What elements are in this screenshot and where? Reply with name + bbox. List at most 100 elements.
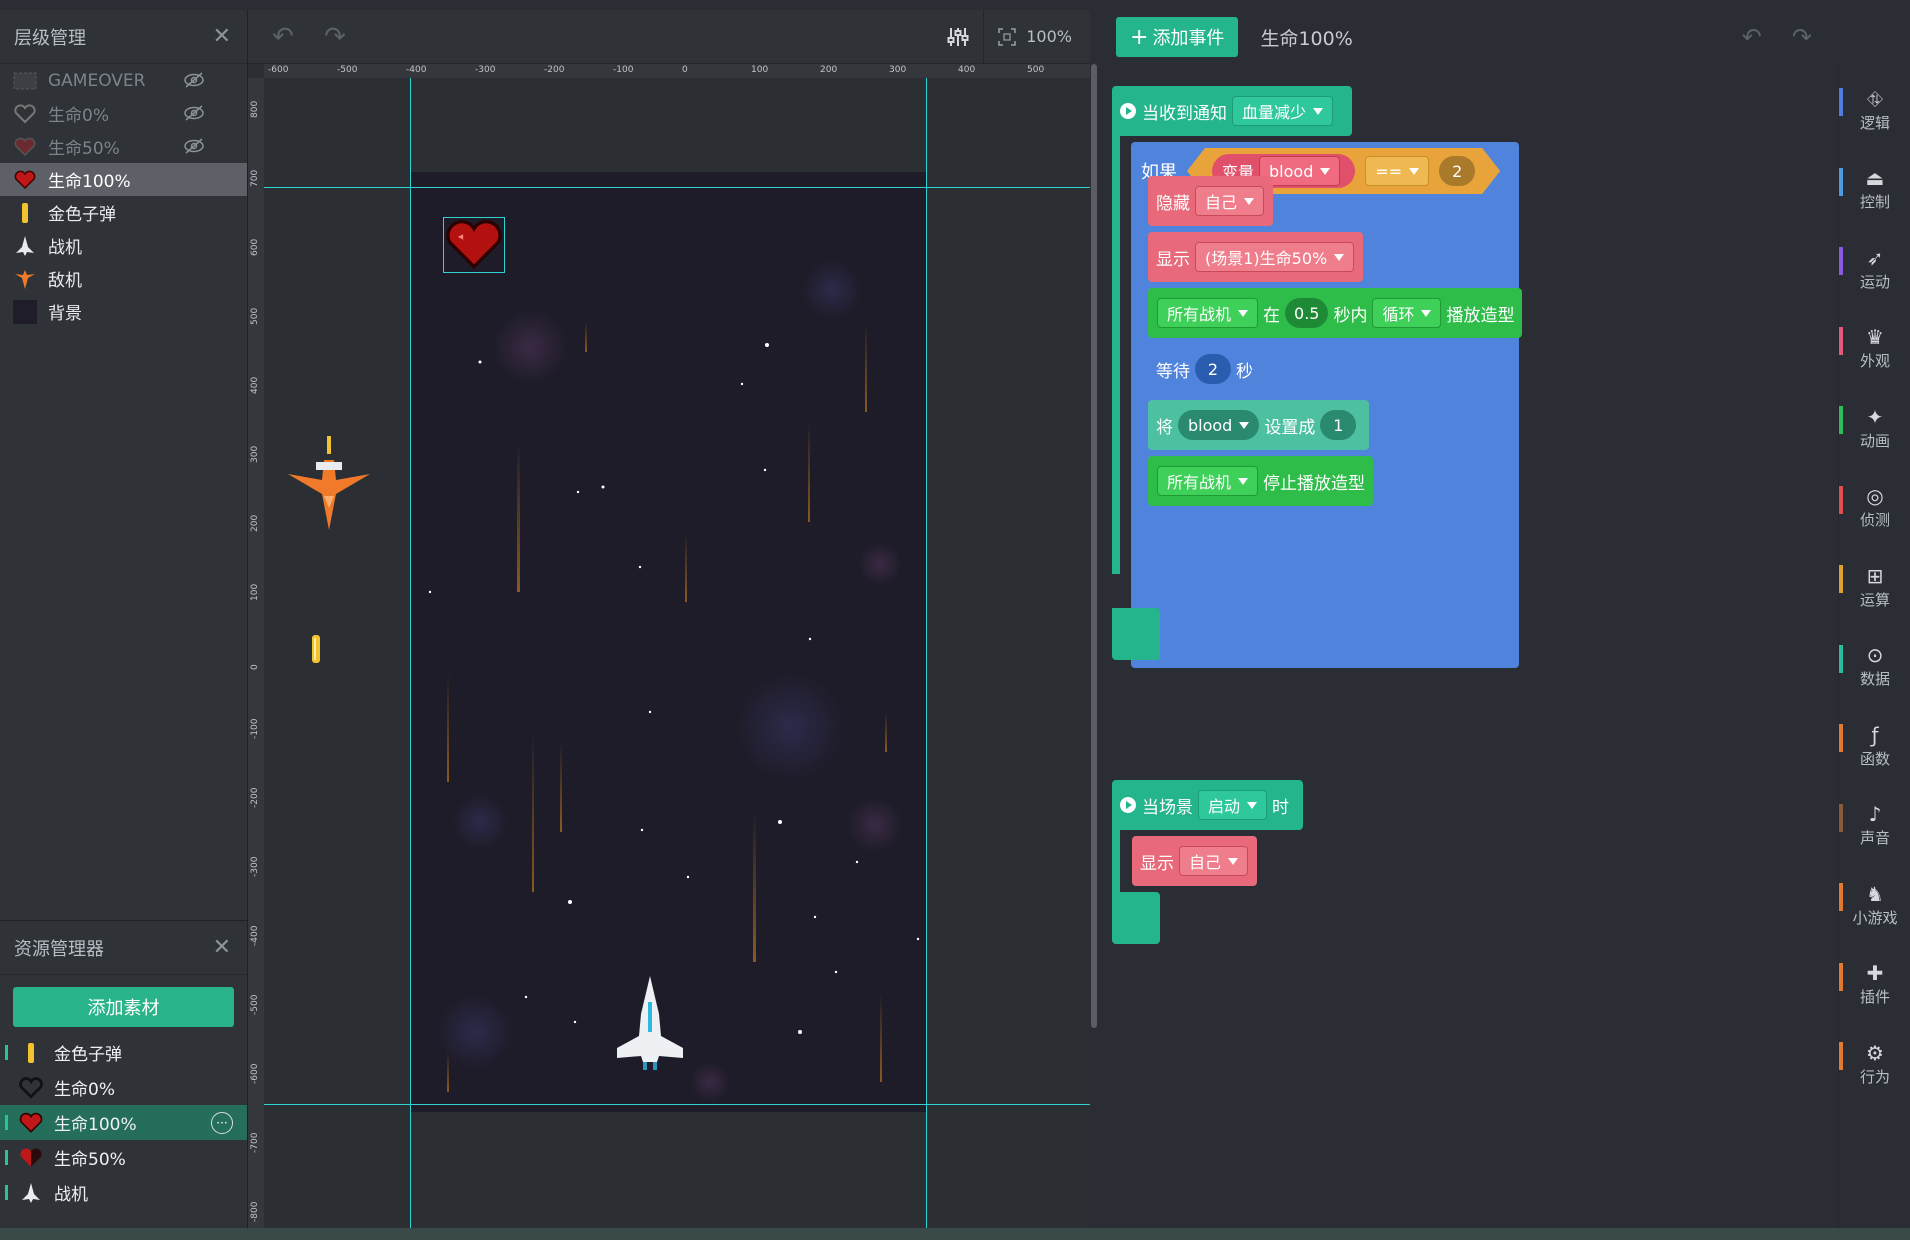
asset-item-life50[interactable]: 生命50% [0,1140,247,1175]
message-dropdown[interactable]: 血量减少 [1232,96,1334,126]
category-color-marker [1839,724,1843,752]
chevron-down-icon [1238,309,1249,317]
target-dropdown[interactable]: (场景1)生命50% [1195,242,1355,272]
code-workspace[interactable]: 当收到通知 血量减少 如果 变量 blood == 2 隐藏 自己 显示 (场景… [1098,64,1838,1228]
variable-name: blood [1188,415,1233,435]
settings-sliders-icon[interactable] [947,26,969,48]
undo-icon[interactable]: ↶ [1742,23,1762,51]
layer-item-life100[interactable]: 生命100% [0,163,247,196]
heart-sprite[interactable] [443,217,505,273]
wait-block[interactable]: 等待 2 秒 [1148,344,1261,394]
category-sound[interactable]: ♪ 声音 [1839,792,1910,858]
zoom-level: 100% [1026,27,1072,46]
guide-line-horizontal[interactable] [264,187,1090,188]
close-icon[interactable]: ✕ [213,24,231,49]
asset-label: 生命50% [54,1150,126,1170]
guide-line-vertical[interactable] [410,78,411,1228]
fighter-jet-icon [12,233,38,259]
ruler-tick-label: -300 [475,65,496,75]
set-variable-block[interactable]: 将 blood 设置成 1 [1148,400,1370,450]
compare-value-input[interactable]: 2 [1439,156,1475,186]
ruler-tick-label: -500 [337,65,358,75]
play-costume-block[interactable]: 所有战机 在 0.5 秒内 循环 播放造型 [1148,288,1523,338]
show-block[interactable]: 显示 (场景1)生命50% [1148,232,1364,282]
event-block-spine [1112,114,1120,574]
if-block-footer [1131,504,1519,556]
undo-icon[interactable]: ↶ [266,22,300,52]
category-behavior[interactable]: ⚙ 行为 [1839,1030,1910,1096]
add-event-button[interactable]: + 添加事件 [1116,17,1239,57]
scene-background[interactable] [410,172,926,1112]
eye-hidden-icon[interactable] [183,71,205,89]
asset-item-gold-bullet[interactable]: 金色子弹 [0,1035,247,1070]
category-logic[interactable]: ⛗ 逻辑 [1839,76,1910,142]
enemy-plane-sprite[interactable] [286,434,372,534]
eye-hidden-icon[interactable] [183,137,205,155]
operator-dropdown[interactable]: == [1365,156,1429,186]
sprite-dropdown[interactable]: 所有战机 [1157,298,1259,328]
sensing-icon: ◎ [1866,484,1884,508]
category-operator[interactable]: ⊞ 运算 [1839,553,1910,619]
stage-canvas[interactable]: -600 -500 -400 -300 -200 -100 0 100 200 300 400 500… [248,64,1090,1228]
category-label: 运算 [1859,590,1890,609]
asset-item-life100[interactable]: 生命100% ··· [0,1105,247,1140]
layer-item-life0[interactable]: 生命0% [0,97,247,130]
category-color-marker [1839,883,1843,911]
category-motion[interactable]: ➶ 运动 [1839,235,1910,301]
heart-outline-icon [18,1075,44,1101]
layer-item-life50[interactable]: 生命50% [0,130,247,163]
category-animation[interactable]: ✦ 动画 [1839,394,1910,460]
fit-screen-icon[interactable] [998,27,1016,46]
looks-icon: ♛ [1866,325,1884,349]
show-block[interactable]: 显示 自己 [1132,836,1258,886]
category-data[interactable]: ⊙ 数据 [1839,633,1910,699]
layer-item-enemy[interactable]: 敌机 [0,262,247,295]
asset-item-fighter[interactable]: 战机 [0,1175,247,1210]
category-minigame[interactable]: ♞ 小游戏 [1839,871,1910,937]
target-dropdown[interactable]: 自己 [1179,846,1249,876]
category-control[interactable]: ⏏ 控制 [1839,156,1910,222]
chevron-down-icon [1247,801,1258,809]
layer-item-background[interactable]: 背景 [0,295,247,328]
guide-line-horizontal[interactable] [264,1104,1090,1105]
stage-scrollbar[interactable] [1091,64,1097,1028]
set-value-input[interactable]: 1 [1320,410,1357,440]
stop-costume-block[interactable]: 所有战机 停止播放造型 [1148,456,1374,506]
event-hat-block[interactable]: 当收到通知 血量减少 [1112,86,1353,136]
eye-hidden-icon[interactable] [183,104,205,122]
loop-dropdown[interactable]: 循环 [1372,298,1442,328]
layer-item-fighter[interactable]: 战机 [0,229,247,262]
ruler-tick-label: 400 [958,65,976,75]
target-dropdown[interactable]: 自己 [1195,186,1265,216]
asset-item-life0[interactable]: 生命0% [0,1070,247,1105]
zoom-control[interactable]: 100% [998,27,1072,46]
sprite-dropdown[interactable]: 所有战机 [1157,466,1259,496]
redo-icon[interactable]: ↷ [1792,23,1812,51]
ruler-vertical: 800 700 600 500 400 300 200 100 0 -100 -200 -300 -40… [248,78,264,1228]
variable-dropdown[interactable]: blood [1178,410,1260,440]
event-hat-block[interactable]: 当场景 启动 时 [1112,780,1304,830]
category-looks[interactable]: ♛ 外观 [1839,315,1910,381]
layer-item-gold-bullet[interactable]: 金色子弹 [0,196,247,229]
gold-bullet-sprite[interactable] [311,634,321,664]
hide-block[interactable]: 隐藏 自己 [1148,176,1274,226]
category-sensing[interactable]: ◎ 侦测 [1839,474,1910,540]
scene-event-dropdown[interactable]: 启动 [1198,790,1268,820]
wait-seconds-input[interactable]: 2 [1195,354,1231,384]
category-plugin[interactable]: ✚ 插件 [1839,951,1910,1017]
layer-item-gameover[interactable]: GAMEOVER [0,64,247,97]
code-history-controls: ↶ ↷ [1742,23,1812,51]
ruler-tick-label: 700 [250,169,260,187]
fighter-jet-icon [617,976,683,1070]
fighter-sprite[interactable] [613,974,687,1070]
category-label: 小游戏 [1852,908,1898,927]
add-asset-button[interactable]: 添加素材 [13,987,234,1027]
operator-icon: ⊞ [1866,563,1884,588]
duration-input[interactable]: 0.5 [1285,298,1329,328]
redo-icon[interactable]: ↷ [318,22,352,52]
more-options-icon[interactable]: ··· [211,1112,233,1134]
guide-line-vertical[interactable] [926,78,927,1228]
close-icon[interactable]: ✕ [213,935,231,960]
category-function[interactable]: ƒ 函数 [1839,712,1910,778]
category-label: 逻辑 [1859,113,1890,132]
